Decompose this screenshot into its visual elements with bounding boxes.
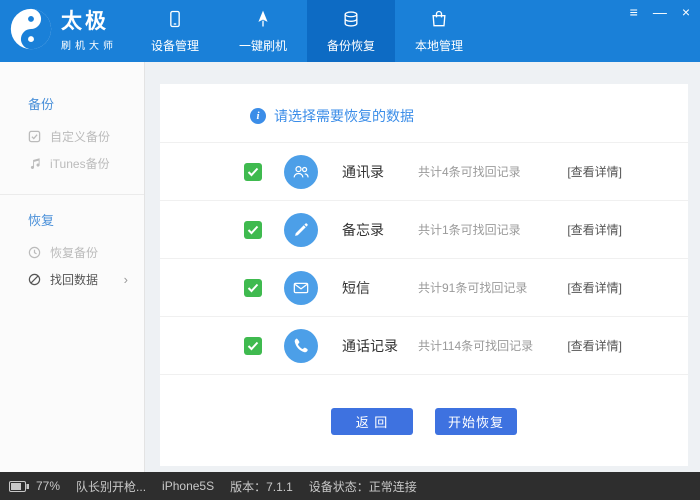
title-bar: 太极 刷机大师 设备管理 一键刷机 备份恢复 本地管理 ≡ — × bbox=[0, 0, 700, 62]
sidebar-item-recover-data[interactable]: 找回数据 › bbox=[0, 266, 144, 293]
device-name: iPhone5S bbox=[162, 479, 215, 493]
sms-checkbox[interactable] bbox=[244, 278, 262, 297]
taiji-logo-icon bbox=[10, 8, 52, 55]
tab-label: 设备管理 bbox=[150, 38, 199, 53]
restore-rows: 通讯录 共计4条可找回记录 [查看详情] 备忘录 共计1条可找回记录 [查看详情… bbox=[160, 142, 688, 375]
sidebar: 备份 自定义备份 iTunes备份 恢复 恢复备份 找回数据 › bbox=[0, 62, 145, 472]
calls-checkbox[interactable] bbox=[244, 336, 262, 355]
menu-icon[interactable]: ≡ bbox=[630, 5, 638, 19]
row-detail: 共计1条可找回记录 bbox=[418, 223, 521, 237]
sidebar-item-label: 自定义备份 bbox=[50, 130, 111, 144]
pencil-icon bbox=[284, 212, 318, 247]
app-version: 版本：7.1.1 bbox=[230, 479, 293, 494]
panel-title: 请选择需要恢复的数据 bbox=[274, 108, 414, 124]
device-status: 设备状态：正常连接 bbox=[308, 479, 417, 494]
rocket-icon bbox=[253, 9, 273, 32]
database-icon bbox=[341, 9, 361, 32]
info-icon: i bbox=[250, 108, 266, 124]
tab-local-management[interactable]: 本地管理 bbox=[395, 0, 483, 62]
device-icon bbox=[165, 9, 185, 32]
contacts-icon bbox=[284, 154, 318, 189]
recover-data-icon bbox=[28, 273, 41, 286]
row-label: 备忘录 bbox=[342, 221, 384, 238]
table-row-memos: 备忘录 共计1条可找回记录 [查看详情] bbox=[160, 201, 688, 259]
start-restore-button[interactable]: 开始恢复 bbox=[435, 408, 517, 435]
sidebar-divider bbox=[0, 194, 144, 195]
minimize-icon[interactable]: — bbox=[653, 5, 667, 19]
memos-checkbox[interactable] bbox=[244, 220, 262, 239]
view-details-link[interactable]: [查看详情] bbox=[567, 221, 622, 238]
main-nav: 设备管理 一键刷机 备份恢复 本地管理 bbox=[131, 0, 483, 62]
app-subtitle: 刷机大师 bbox=[61, 40, 117, 52]
back-button[interactable]: 返 回 bbox=[331, 408, 413, 435]
status-bar: 77% 队长别开枪... iPhone5S 版本：7.1.1 设备状态：正常连接 bbox=[0, 472, 700, 500]
contacts-checkbox[interactable] bbox=[244, 162, 262, 181]
window-controls: ≡ — × bbox=[630, 5, 690, 19]
tab-device-management[interactable]: 设备管理 bbox=[131, 0, 219, 62]
table-row-sms: 短信 共计91条可找回记录 [查看详情] bbox=[160, 259, 688, 317]
status-notice: 队长别开枪... bbox=[76, 479, 147, 494]
battery-percent: 77% bbox=[36, 479, 61, 493]
bag-icon bbox=[429, 9, 449, 32]
action-buttons: 返 回 开始恢复 bbox=[160, 408, 688, 435]
sidebar-item-custom-backup[interactable]: 自定义备份 bbox=[0, 123, 144, 150]
close-icon[interactable]: × bbox=[682, 5, 690, 19]
app-title: 太极 bbox=[61, 10, 109, 34]
restore-panel: i 请选择需要恢复的数据 通讯录 共计4条可找回记录 [查看详情] 备忘录 共计… bbox=[160, 84, 688, 466]
row-label: 通讯录 bbox=[342, 163, 384, 180]
view-details-link[interactable]: [查看详情] bbox=[567, 163, 622, 180]
envelope-icon bbox=[284, 270, 318, 305]
row-detail: 共计114条可找回记录 bbox=[418, 339, 534, 353]
battery-icon bbox=[9, 480, 30, 492]
sidebar-section-backup: 备份 bbox=[28, 97, 55, 112]
chevron-right-icon: › bbox=[123, 272, 128, 287]
row-label: 短信 bbox=[342, 279, 370, 296]
view-details-link[interactable]: [查看详情] bbox=[567, 279, 622, 296]
table-row-contacts: 通讯录 共计4条可找回记录 [查看详情] bbox=[160, 143, 688, 201]
checklist-icon bbox=[28, 130, 41, 143]
tab-label: 本地管理 bbox=[414, 38, 463, 53]
music-note-icon bbox=[28, 157, 41, 170]
tab-label: 一键刷机 bbox=[238, 38, 287, 53]
app-logo: 太极 刷机大师 bbox=[0, 0, 129, 62]
tab-one-key-flash[interactable]: 一键刷机 bbox=[219, 0, 307, 62]
sidebar-item-itunes-backup[interactable]: iTunes备份 bbox=[0, 150, 144, 177]
sidebar-item-label: 恢复备份 bbox=[50, 246, 99, 260]
sidebar-item-label: 找回数据 bbox=[50, 273, 99, 287]
panel-header: i 请选择需要恢复的数据 bbox=[160, 84, 688, 142]
sidebar-item-restore-backup[interactable]: 恢复备份 bbox=[0, 239, 144, 266]
row-detail: 共计91条可找回记录 bbox=[418, 281, 528, 295]
clock-icon bbox=[28, 246, 41, 259]
tab-backup-restore[interactable]: 备份恢复 bbox=[307, 0, 395, 62]
row-detail: 共计4条可找回记录 bbox=[418, 165, 521, 179]
row-label: 通话记录 bbox=[342, 337, 398, 354]
table-row-calls: 通话记录 共计114条可找回记录 [查看详情] bbox=[160, 317, 688, 375]
sidebar-item-label: iTunes备份 bbox=[50, 157, 110, 171]
tab-label: 备份恢复 bbox=[326, 38, 375, 53]
view-details-link[interactable]: [查看详情] bbox=[567, 337, 622, 354]
phone-handset-icon bbox=[284, 328, 318, 363]
sidebar-section-restore: 恢复 bbox=[28, 213, 55, 228]
